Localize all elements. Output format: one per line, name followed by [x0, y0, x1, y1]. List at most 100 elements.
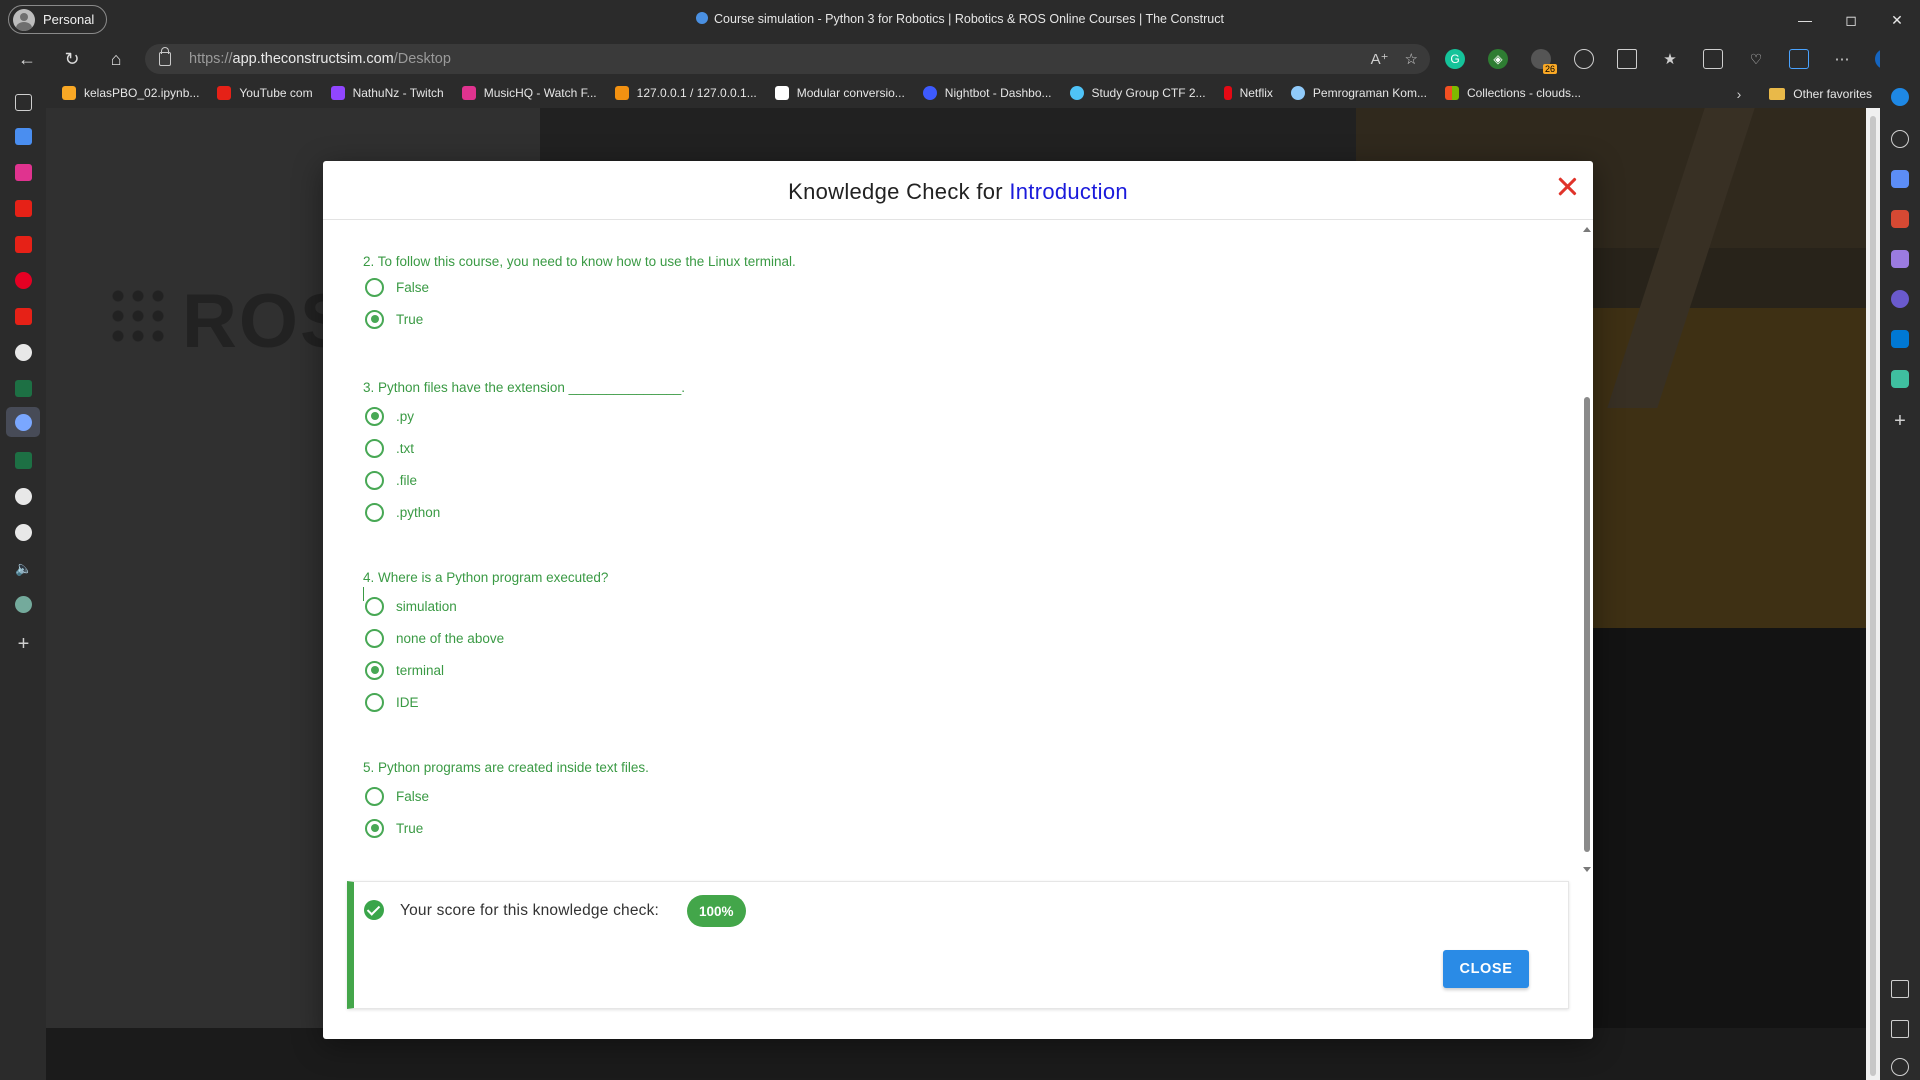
radio-button-selected[interactable] — [365, 660, 384, 680]
scroll-up-arrow-icon[interactable] — [1583, 227, 1591, 232]
chevron-right-icon[interactable]: › — [1737, 86, 1742, 102]
answer-option[interactable]: False — [365, 276, 429, 298]
favorite-item[interactable]: kelasPBO_02.ipynb... — [62, 86, 199, 100]
favorite-item[interactable]: Netflix — [1223, 86, 1273, 100]
radio-button[interactable] — [365, 277, 384, 297]
answer-option[interactable]: .py — [365, 405, 414, 427]
minimize-icon[interactable]: — — [1782, 0, 1828, 40]
page-scrollbar[interactable] — [1866, 108, 1880, 1080]
open-external-icon[interactable] — [1891, 1020, 1909, 1038]
other-favorites-label[interactable]: Other favorites — [1793, 87, 1872, 101]
answer-label: .python — [396, 504, 441, 520]
sidebar-settings-gear-icon[interactable] — [1891, 1058, 1909, 1076]
radio-button-selected[interactable] — [365, 406, 384, 426]
favorite-item[interactable]: Pemrograman Kom... — [1290, 86, 1427, 100]
radio-button[interactable] — [365, 628, 384, 648]
radio-button-selected[interactable] — [365, 309, 384, 329]
favorite-item[interactable]: Study Group CTF 2... — [1069, 86, 1206, 100]
extension-badge-icon[interactable]: 26 — [1531, 49, 1557, 74]
edge-sidebar: + — [1880, 40, 1920, 1080]
nightbot-icon — [922, 86, 937, 100]
new-tab-plus-icon[interactable]: + — [15, 634, 32, 654]
answer-option[interactable]: .python — [365, 501, 440, 523]
extension-leaf-icon[interactable]: ◈ — [1488, 49, 1508, 69]
favorite-item[interactable]: YouTube com — [217, 86, 313, 100]
extensions-puzzle-icon[interactable] — [1574, 49, 1594, 69]
more-options-icon[interactable]: ⋯ — [1832, 49, 1852, 69]
site-favicon-icon — [696, 12, 709, 24]
grammarly-icon[interactable]: G — [1445, 49, 1465, 69]
radio-button[interactable] — [365, 596, 384, 616]
tab-github-icon[interactable] — [15, 344, 32, 361]
drop-icon[interactable] — [1891, 370, 1909, 388]
favorite-star-icon[interactable]: ☆ — [1405, 50, 1418, 68]
radio-button[interactable] — [365, 438, 384, 458]
radio-button[interactable] — [365, 692, 384, 712]
close-button[interactable]: CLOSE — [1443, 950, 1529, 988]
tab-excel-icon[interactable] — [15, 380, 32, 397]
refresh-icon[interactable]: ↻ — [58, 45, 86, 73]
tab-youtube-icon[interactable] — [15, 236, 32, 253]
radio-button[interactable] — [365, 786, 384, 806]
browser-essentials-icon[interactable]: ♡ — [1746, 49, 1766, 69]
tab-chatgpt-icon[interactable] — [15, 596, 32, 613]
answer-option[interactable]: True — [365, 817, 423, 839]
radio-button-selected[interactable] — [365, 818, 384, 838]
address-input[interactable]: https://app.theconstructsim.com/Desktop … — [145, 44, 1430, 74]
favorite-item[interactable]: Collections - clouds... — [1444, 86, 1581, 100]
back-icon[interactable]: ← — [13, 45, 41, 73]
outlook-icon[interactable] — [1891, 330, 1909, 348]
answer-label: False — [396, 788, 430, 804]
answer-option[interactable]: .file — [365, 469, 417, 491]
hide-sidebar-icon[interactable] — [1891, 980, 1909, 998]
tab-construct-icon[interactable] — [15, 414, 32, 431]
answer-option[interactable]: none of the above — [365, 627, 504, 649]
tools-briefcase-icon[interactable] — [1891, 210, 1909, 228]
radio-button[interactable] — [365, 502, 384, 522]
tab-pinterest-icon[interactable] — [15, 272, 32, 289]
tab-youtube-icon[interactable] — [15, 308, 32, 325]
home-icon[interactable]: ⌂ — [102, 45, 130, 73]
tab-github-icon[interactable] — [15, 488, 32, 505]
tab-excel-icon[interactable] — [15, 452, 32, 469]
favorite-item[interactable]: NathuNz - Twitch — [330, 86, 444, 100]
answer-option[interactable]: False — [365, 785, 429, 807]
scroll-down-arrow-icon[interactable] — [1583, 867, 1591, 872]
collections-icon[interactable] — [1703, 49, 1723, 69]
url-host: app.theconstructsim.com — [232, 51, 394, 67]
tab-video-icon[interactable] — [15, 128, 32, 145]
radio-button[interactable] — [365, 470, 384, 490]
maximize-icon[interactable]: ◻ — [1828, 0, 1874, 40]
favorite-item[interactable]: Nightbot - Dashbo... — [922, 86, 1052, 100]
add-sidebar-app-icon[interactable]: + — [1891, 411, 1909, 431]
tab-audio-icon[interactable]: 🔈 — [15, 560, 32, 577]
tab-github-icon[interactable] — [15, 524, 32, 541]
copilot-icon[interactable] — [1891, 88, 1909, 106]
answer-option[interactable]: IDE — [365, 691, 419, 713]
answer-option[interactable]: .txt — [365, 437, 414, 459]
answer-option[interactable]: terminal — [365, 659, 444, 681]
favorite-item[interactable]: Modular conversio... — [774, 86, 905, 100]
page-scrollbar-thumb[interactable] — [1870, 116, 1876, 1076]
youtube-icon — [217, 86, 232, 100]
favorites-icon[interactable]: ★ — [1660, 49, 1680, 69]
modal-scrollbar[interactable] — [1582, 227, 1592, 872]
modal-scrollbar-thumb[interactable] — [1584, 397, 1590, 852]
answer-option[interactable]: True — [365, 308, 423, 330]
edge-copilot-panel-icon[interactable] — [1789, 49, 1809, 69]
close-icon[interactable] — [1553, 173, 1581, 201]
shopping-tag-icon[interactable] — [1891, 170, 1909, 188]
tab-youtube-icon[interactable] — [15, 200, 32, 217]
favorite-item[interactable]: MusicHQ - Watch F... — [461, 86, 597, 100]
m365-icon[interactable] — [1891, 290, 1909, 308]
split-screen-icon[interactable] — [1617, 49, 1637, 69]
search-icon[interactable] — [1891, 130, 1909, 148]
favorite-item[interactable]: 127.0.0.1 / 127.0.0.1... — [614, 86, 757, 100]
games-icon[interactable] — [1891, 250, 1909, 268]
answer-label: .file — [396, 472, 418, 488]
close-window-icon[interactable]: ✕ — [1874, 0, 1920, 40]
tab-musichq-icon[interactable] — [15, 164, 32, 181]
read-aloud-icon[interactable]: A⁺ — [1371, 50, 1389, 68]
answer-option[interactable]: simulation — [365, 595, 457, 617]
tab-actions-icon[interactable] — [15, 94, 32, 111]
